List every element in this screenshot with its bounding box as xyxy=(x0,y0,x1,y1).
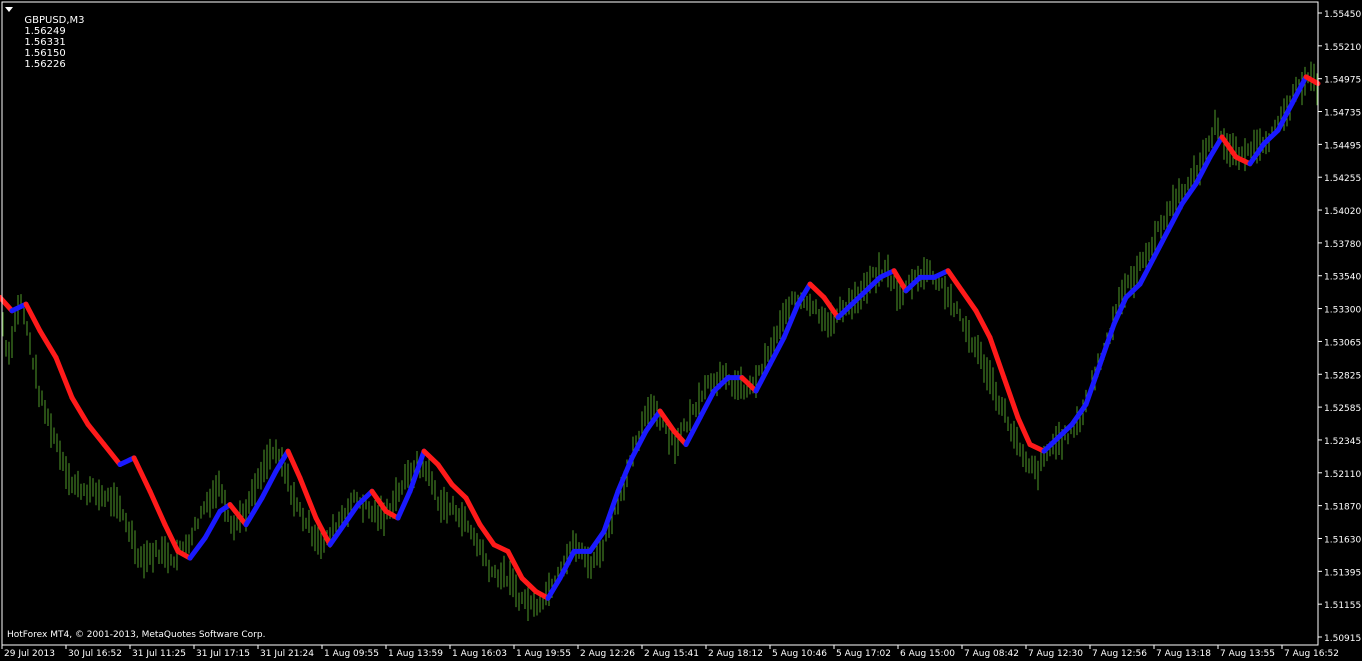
indicator-segment xyxy=(449,482,469,501)
x-tick-label: 1 Aug 13:59 xyxy=(388,649,443,659)
y-tick-label: 1.54735 xyxy=(1324,109,1361,119)
y-tick-label: 1.51155 xyxy=(1324,601,1361,611)
indicator-segment xyxy=(327,522,347,548)
indicator-segment xyxy=(477,522,497,548)
y-tick-label: 1.51870 xyxy=(1324,503,1361,513)
indicator-segment xyxy=(671,428,689,447)
y-tick-label: 1.53300 xyxy=(1324,306,1361,316)
y-tick-label: 1.53540 xyxy=(1324,273,1361,283)
indicator-segment xyxy=(987,335,1007,381)
symbol-label: GBPUSD,M3 xyxy=(24,15,85,26)
x-tick-label: 31 Jul 17:15 xyxy=(196,649,250,659)
indicator-segment xyxy=(37,328,59,361)
y-tick-label: 1.52585 xyxy=(1324,404,1361,414)
indicator-segment xyxy=(753,361,773,394)
x-tick-label: 5 Aug 10:46 xyxy=(772,649,827,659)
x-tick-label: 30 Jul 16:52 xyxy=(68,649,122,659)
y-axis-ticks: 1.55450 1.55210 1.54975 1.54735 1.54495 1.542… xyxy=(1318,10,1361,644)
x-tick-label: 2 Aug 12:26 xyxy=(580,649,635,659)
indicator-segment xyxy=(85,421,107,447)
x-axis-ticks: 29 Jul 2013 30 Jul 16:52 31 Jul 11:25 31 Ju… xyxy=(1,645,1339,659)
x-tick-label: 6 Aug 15:00 xyxy=(900,649,955,659)
indicator-segment xyxy=(601,488,621,534)
x-tick-label: 1 Aug 19:55 xyxy=(516,649,571,659)
y-tick-label: 1.50915 xyxy=(1324,634,1361,644)
indicator-segment xyxy=(285,448,303,481)
y-tick-label: 1.54255 xyxy=(1324,174,1361,184)
price-bars xyxy=(2,61,1318,621)
indicator-segment xyxy=(1069,401,1089,427)
y-tick-label: 1.55450 xyxy=(1324,10,1361,20)
y-tick-label: 1.54020 xyxy=(1324,207,1361,217)
indicator-segment xyxy=(101,441,123,468)
price-chart[interactable]: 1.55450 1.55210 1.54975 1.54735 1.54495 1.542… xyxy=(0,0,1362,661)
indicator-segment xyxy=(959,288,979,314)
indicator-segment xyxy=(973,308,993,341)
x-tick-label: 7 Aug 16:52 xyxy=(1284,649,1339,659)
indicator-segment xyxy=(1179,181,1199,207)
indicator-segment xyxy=(297,475,319,521)
chart-menu-icon[interactable] xyxy=(5,7,13,12)
x-tick-label: 1 Aug 09:55 xyxy=(324,649,379,659)
indicator-segment xyxy=(945,268,965,294)
indicator-segment xyxy=(807,281,827,300)
indicator-segment xyxy=(435,462,455,488)
y-tick-label: 1.54495 xyxy=(1324,141,1361,151)
x-tick-label: 2 Aug 15:41 xyxy=(644,649,699,659)
x-tick-label: 7 Aug 12:56 xyxy=(1092,649,1147,659)
indicator-segment xyxy=(863,274,883,294)
indicator-segment xyxy=(147,488,168,528)
chart-title: GBPUSD,M3 1.56249 1.56331 1.56150 1.5622… xyxy=(18,4,85,70)
indicator-segment xyxy=(657,408,677,434)
x-tick-label: 7 Aug 08:42 xyxy=(964,649,1019,659)
x-tick-label: 29 Jul 2013 xyxy=(4,649,55,659)
x-tick-label: 7 Aug 13:55 xyxy=(1220,649,1275,659)
indicator-segment xyxy=(395,488,413,521)
y-tick-label: 1.52110 xyxy=(1324,470,1361,480)
indicator-segment xyxy=(243,495,265,528)
close-value: 1.56226 xyxy=(24,59,66,70)
y-tick-label: 1.53065 xyxy=(1324,338,1361,348)
indicator-segment xyxy=(53,355,75,401)
x-tick-label: 7 Aug 13:18 xyxy=(1156,649,1211,659)
indicator-segment xyxy=(615,455,635,494)
indicator-segment xyxy=(162,522,181,554)
x-tick-label: 1 Aug 16:03 xyxy=(452,649,507,659)
indicator-segment xyxy=(1083,361,1103,407)
y-tick-label: 1.52825 xyxy=(1324,371,1361,381)
x-tick-label: 2 Aug 18:12 xyxy=(708,649,763,659)
indicator-segment xyxy=(519,575,539,595)
x-tick-label: 5 Aug 17:02 xyxy=(836,649,891,659)
x-tick-label: 31 Jul 11:25 xyxy=(132,649,186,659)
indicator-segment xyxy=(1097,321,1117,367)
indicator-segment xyxy=(1015,415,1033,447)
y-tick-label: 1.51395 xyxy=(1324,568,1361,578)
indicator-segment xyxy=(131,455,153,494)
low-value: 1.56150 xyxy=(24,48,66,59)
y-tick-label: 1.53780 xyxy=(1324,240,1361,250)
y-tick-label: 1.52345 xyxy=(1324,437,1361,447)
high-value: 1.56331 xyxy=(24,37,66,48)
y-tick-label: 1.55210 xyxy=(1324,43,1361,53)
indicator-segment xyxy=(23,301,43,334)
indicator-segment xyxy=(69,395,91,427)
copyright-text: HotForex MT4, © 2001-2013, MetaQuotes So… xyxy=(7,630,266,640)
indicator-segment xyxy=(202,508,223,541)
x-tick-label: 7 Aug 12:30 xyxy=(1028,649,1083,659)
y-tick-label: 1.54975 xyxy=(1324,76,1361,86)
indicator-segment xyxy=(227,502,249,528)
x-tick-label: 31 Jul 21:24 xyxy=(260,649,314,659)
indicator-segment xyxy=(1137,254,1157,287)
open-value: 1.56249 xyxy=(24,26,66,37)
indicator-segment xyxy=(683,415,703,447)
indicator-segment xyxy=(369,488,389,514)
indicator-segment xyxy=(545,575,563,601)
y-tick-label: 1.51630 xyxy=(1324,535,1361,545)
indicator-segment xyxy=(1001,375,1021,421)
